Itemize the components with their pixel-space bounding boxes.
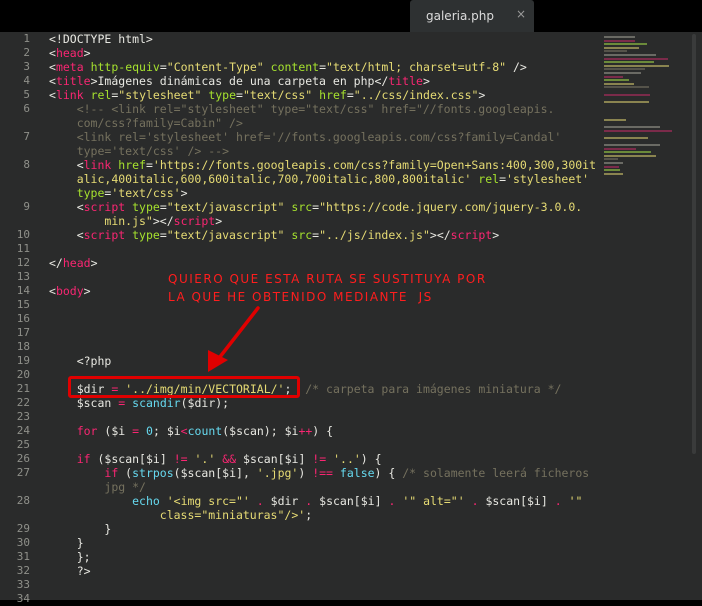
arrow-icon [208,306,260,372]
code-editor[interactable]: 1 2 3 4 5 6 7 8 9 10 11 12 13 14 15 16 17 18 19 20 21 22 23 24 2… [0,32,702,605]
tab-bar: galeria.php × [0,0,702,32]
tab-galeria[interactable]: galeria.php × [410,0,534,32]
tab-title: galeria.php [426,9,494,23]
close-icon[interactable]: × [516,7,526,21]
